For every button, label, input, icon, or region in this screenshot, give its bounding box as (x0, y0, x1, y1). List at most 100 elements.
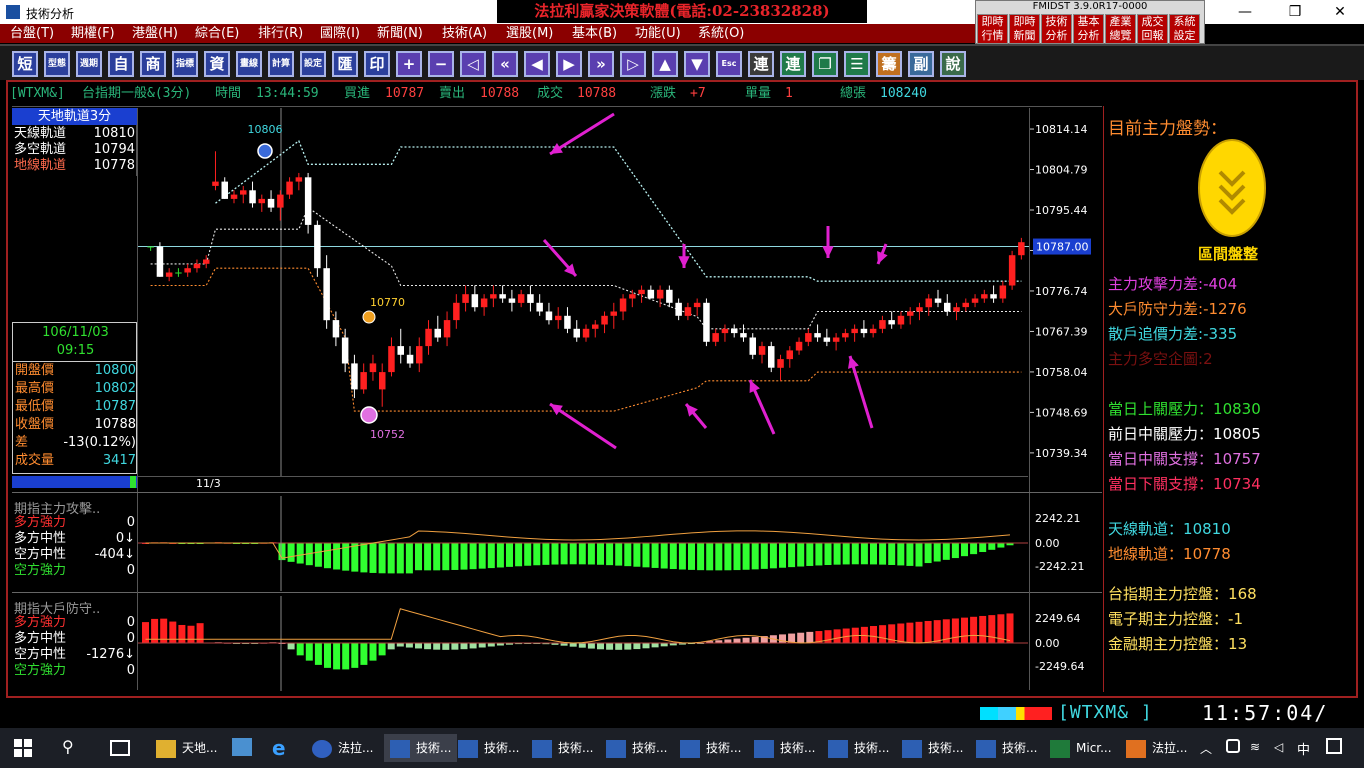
scroll-down-button[interactable]: ▼ (684, 51, 710, 77)
taskbar-item[interactable]: 技術... (532, 734, 593, 762)
forward-button[interactable]: ▶ (556, 51, 582, 77)
data-button[interactable]: 資 (204, 51, 230, 77)
go-last-button[interactable]: ▷ (620, 51, 646, 77)
indicator-bar (442, 643, 450, 650)
window-button[interactable]: ❐ (812, 51, 838, 77)
indicator-bar (715, 543, 723, 571)
taskbar-item[interactable]: 技術... (384, 734, 458, 762)
taskbar-item[interactable]: 法拉... (312, 734, 373, 762)
taskbar-item[interactable]: 技術... (828, 734, 889, 762)
menu-news[interactable]: 新聞(N) (377, 25, 423, 42)
chip-button[interactable]: 籌 (876, 51, 902, 77)
quick-fill-report-button[interactable]: 成交回報 (1137, 14, 1168, 44)
network-icon[interactable] (1226, 739, 1240, 753)
back-button[interactable]: ◀ (524, 51, 550, 77)
ime-indicator[interactable]: 中 (1297, 739, 1310, 758)
setting-button[interactable]: 設定 (300, 51, 326, 77)
short-term-button[interactable]: 短 (12, 51, 38, 77)
taskbar-item[interactable]: 技術... (754, 734, 815, 762)
indicator-bar (961, 617, 968, 643)
menu-composite[interactable]: 綜合(E) (195, 25, 239, 42)
scroll-up-button[interactable]: ▲ (652, 51, 678, 77)
export-button[interactable]: 匯 (332, 51, 358, 77)
indicator-bar (988, 615, 996, 643)
candle-body (221, 181, 228, 199)
ie-icon[interactable]: e (272, 736, 286, 760)
help-button[interactable]: 說 (940, 51, 966, 77)
escape-button[interactable]: Esc (716, 51, 742, 77)
quick-settings-button[interactable]: 系統設定 (1169, 14, 1200, 44)
indicator-bar (542, 543, 550, 565)
menu-hongkong[interactable]: 港盤(H) (132, 25, 178, 42)
taskbar-item[interactable]: 技術... (902, 734, 963, 762)
search-icon[interactable]: ⚲ (62, 737, 74, 756)
indicator-button[interactable]: 指標 (172, 51, 198, 77)
menu-stock-selection[interactable]: 選股(M) (506, 25, 553, 42)
candle-body (416, 346, 423, 364)
link-alt-button[interactable]: 連 (780, 51, 806, 77)
indicator-bar (597, 643, 604, 650)
quick-industry-button[interactable]: 產業總覽 (1105, 14, 1136, 44)
menu-taiwan[interactable]: 台盤(T) (10, 25, 54, 42)
menu-futures[interactable]: 期權(F) (71, 25, 115, 42)
taskbar-item[interactable]: 技術... (976, 734, 1037, 762)
chevron-up-icon[interactable]: ︿ (1200, 740, 1212, 757)
scroll-progress[interactable] (12, 476, 137, 488)
indicator-bar (988, 543, 996, 550)
menu-ranking[interactable]: 排行(R) (258, 25, 303, 42)
menu-functions[interactable]: 功能(U) (635, 25, 681, 42)
wifi-icon[interactable]: ≋ (1250, 740, 1260, 754)
zoom-out-button[interactable]: − (428, 51, 454, 77)
taskbar-item[interactable]: 技術... (458, 734, 519, 762)
sub-chart-2[interactable]: 2249.64 0.00 -2249.64 (138, 596, 1103, 691)
minimize-button[interactable]: — (1235, 3, 1255, 21)
quick-fundamental-button[interactable]: 基本分析 (1073, 14, 1104, 44)
period-button[interactable]: 週期 (76, 51, 102, 77)
level-value: 10805 (1213, 425, 1261, 443)
draw-line-button[interactable]: 畫線 (236, 51, 262, 77)
sub-chart-1[interactable]: 2242.21 0.00 -2242.21 (138, 496, 1103, 591)
close-button[interactable]: ✕ (1330, 3, 1350, 21)
menu-technical[interactable]: 技術(A) (442, 25, 487, 42)
indicator-bar (578, 543, 586, 565)
menu-international[interactable]: 國際(I) (320, 25, 360, 42)
commodity-button[interactable]: 商 (140, 51, 166, 77)
sc1-row: 空方中性 -404↓ (12, 547, 137, 563)
fast-forward-button[interactable]: » (588, 51, 614, 77)
start-icon[interactable] (14, 739, 32, 757)
go-first-button[interactable]: ◁ (460, 51, 486, 77)
quick-realtime-quote-button[interactable]: 即時行情 (977, 14, 1008, 44)
quick-realtime-news-button[interactable]: 即時新聞 (1009, 14, 1040, 44)
taskbar-item[interactable]: 技術... (680, 734, 741, 762)
calculate-button[interactable]: 計算 (268, 51, 294, 77)
high-price-value: 10802 (94, 381, 136, 396)
link-button[interactable]: 連 (748, 51, 774, 77)
taskbar-label: 法拉... (1152, 741, 1188, 755)
notification-icon[interactable] (1326, 738, 1342, 754)
toolbar: 短 型態 週期 自 商 指標 資 畫線 計算 設定 匯 印 + − ◁ « ◀ … (0, 44, 1364, 80)
sc2-value: 0 (126, 663, 135, 678)
quick-technical-button[interactable]: 技術分析 (1041, 14, 1072, 44)
sub-chart-button[interactable]: 副 (908, 51, 934, 77)
taskbar-item[interactable]: 天地... (156, 734, 217, 762)
taskbar-item[interactable]: 法拉... (1126, 734, 1187, 762)
custom-button[interactable]: 自 (108, 51, 134, 77)
lock-button[interactable]: ☰ (844, 51, 870, 77)
volume-icon[interactable]: ◁ (1274, 740, 1283, 754)
taskbar-item[interactable]: Micr... (1050, 734, 1112, 762)
pattern-button[interactable]: 型態 (44, 51, 70, 77)
zoom-in-button[interactable]: + (396, 51, 422, 77)
force-label: 主力多空企圖 (1108, 350, 1199, 368)
app-icon[interactable] (232, 738, 252, 756)
ask-label: 賣出 (439, 86, 466, 101)
fast-back-button[interactable]: « (492, 51, 518, 77)
taskbar-item[interactable]: 技術... (606, 734, 667, 762)
price-chart[interactable]: 10814.1410804.7910795.4410786.0910776.74… (138, 108, 1103, 476)
menu-fundamental[interactable]: 基本(B) (572, 25, 617, 42)
print-button[interactable]: 印 (364, 51, 390, 77)
candle-body (1018, 242, 1025, 256)
task-view-icon[interactable] (110, 740, 130, 756)
candle-body (888, 320, 895, 325)
maximize-button[interactable]: ❒ (1285, 3, 1305, 21)
menu-system[interactable]: 系統(O) (698, 25, 744, 42)
